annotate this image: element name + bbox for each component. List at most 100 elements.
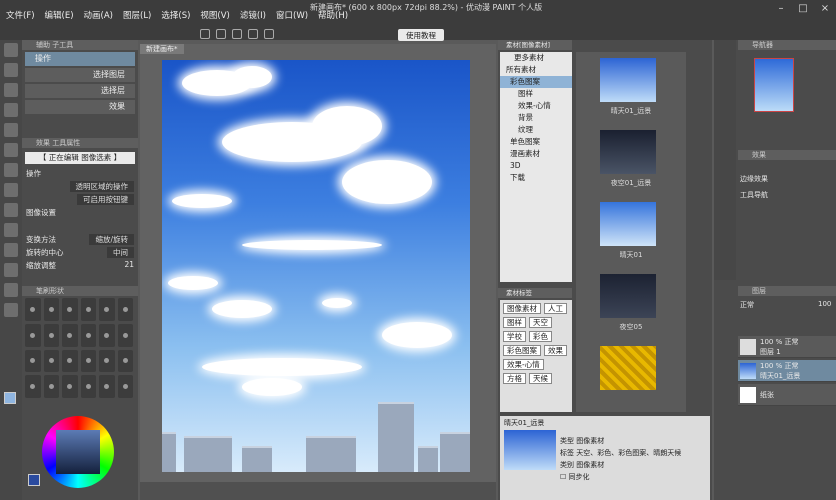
brush-tip[interactable]	[99, 298, 115, 321]
canvas-image[interactable]	[162, 60, 470, 472]
brush-tip[interactable]	[25, 375, 41, 398]
sync-checkbox[interactable]: ☐ 同步化	[560, 472, 590, 482]
brush-tip[interactable]	[43, 298, 59, 321]
material-thumb[interactable]	[600, 130, 656, 174]
pen-tool-icon[interactable]	[4, 143, 18, 157]
maximize-icon[interactable]: □	[792, 0, 814, 16]
main-color-swatch[interactable]	[4, 392, 16, 404]
tag[interactable]: 天候	[529, 373, 552, 384]
tree-item[interactable]: 所有素材	[500, 64, 572, 76]
subtool-select-layer[interactable]: 选择图层	[25, 68, 135, 82]
operation-tool-icon[interactable]	[4, 83, 18, 97]
brush-tip[interactable]	[80, 349, 96, 373]
op2-dropdown[interactable]: 可启用按钮键	[77, 194, 134, 205]
brush-tool-icon[interactable]	[4, 183, 18, 197]
subtool-effect[interactable]: 效果	[25, 100, 135, 114]
fill-icon[interactable]	[248, 29, 258, 39]
brush-tip[interactable]	[99, 375, 115, 398]
close-icon[interactable]: ×	[814, 0, 836, 16]
brush-tip[interactable]	[80, 323, 96, 347]
tree-item[interactable]: 单色图案	[500, 136, 572, 148]
more-materials-link[interactable]: 更多素材	[500, 52, 572, 64]
brush-tip[interactable]	[43, 349, 59, 373]
tag[interactable]: 图样	[503, 317, 526, 328]
tag[interactable]: 人工	[544, 303, 567, 314]
clear-icon[interactable]	[232, 29, 242, 39]
canvas-tab[interactable]: 新建画布*	[140, 44, 184, 54]
airbrush-icon[interactable]	[4, 203, 18, 217]
eraser-icon[interactable]	[4, 223, 18, 237]
blend-mode-dropdown[interactable]: 正常	[740, 300, 754, 310]
scale-value[interactable]: 21	[124, 260, 134, 271]
brush-tip[interactable]	[25, 323, 41, 347]
redo-icon[interactable]	[216, 29, 226, 39]
brush-tip[interactable]	[25, 349, 41, 373]
opacity-value[interactable]: 100	[818, 300, 831, 308]
tag[interactable]: 彩色	[529, 331, 552, 342]
menu-animation[interactable]: 动画(A)	[84, 9, 113, 21]
brush-tip[interactable]	[43, 323, 59, 347]
undo-icon[interactable]	[200, 29, 210, 39]
tree-item[interactable]: 背景	[500, 112, 572, 124]
brush-tip[interactable]	[117, 323, 133, 347]
tag[interactable]: 方格	[503, 373, 526, 384]
center-dropdown[interactable]: 中间	[107, 247, 134, 258]
navigator-preview[interactable]	[754, 58, 794, 112]
gradient-icon[interactable]	[4, 263, 18, 277]
minimize-icon[interactable]: –	[770, 0, 792, 16]
brush-tip[interactable]	[62, 323, 78, 347]
menu-filter[interactable]: 滤镜(I)	[240, 9, 266, 21]
tag[interactable]: 彩色图案	[503, 345, 541, 356]
move-tool-icon[interactable]	[4, 43, 18, 57]
brush-tip[interactable]	[62, 298, 78, 321]
tree-item[interactable]: 3D	[500, 160, 572, 172]
op-dropdown[interactable]: 透明区域的操作	[69, 181, 134, 192]
figure-icon[interactable]	[4, 283, 18, 297]
subtool-operation[interactable]: 操作	[25, 52, 135, 66]
zoom-tool-icon[interactable]	[4, 63, 18, 77]
transform-icon[interactable]	[264, 29, 274, 39]
menu-edit[interactable]: 编辑(E)	[45, 9, 74, 21]
tag[interactable]: 效果-心情	[503, 359, 544, 370]
transform-dropdown[interactable]: 缩放/旋转	[89, 234, 134, 245]
brush-tip[interactable]	[43, 375, 59, 398]
material-thumb[interactable]	[600, 58, 656, 102]
material-thumb[interactable]	[600, 202, 656, 246]
brush-tip[interactable]	[80, 375, 96, 398]
tag[interactable]: 图像素材	[503, 303, 541, 314]
tag[interactable]: 效果	[544, 345, 567, 356]
tree-item[interactable]: 图样	[500, 88, 572, 100]
tag[interactable]: 天空	[529, 317, 552, 328]
layer-row[interactable]: 纸张	[738, 384, 836, 406]
select-tool-icon[interactable]	[4, 103, 18, 117]
eyedropper-icon[interactable]	[4, 123, 18, 137]
subtool-select[interactable]: 选择层	[25, 84, 135, 98]
tag[interactable]: 学校	[503, 331, 526, 342]
menu-layer[interactable]: 图层(L)	[123, 9, 151, 21]
pencil-tool-icon[interactable]	[4, 163, 18, 177]
color-wheel[interactable]	[42, 416, 114, 488]
tutorial-button[interactable]: 使用教程	[398, 29, 444, 41]
brush-tip[interactable]	[62, 349, 78, 373]
menu-file[interactable]: 文件(F)	[6, 9, 35, 21]
tree-item-selected[interactable]: 彩色图案	[500, 76, 572, 88]
menu-select[interactable]: 选择(S)	[161, 9, 190, 21]
brush-tip[interactable]	[25, 298, 41, 321]
sub-color-swatch[interactable]	[28, 474, 40, 486]
text-tool-icon[interactable]	[4, 303, 18, 317]
menu-view[interactable]: 视图(V)	[200, 9, 229, 21]
fill-tool-icon[interactable]	[4, 243, 18, 257]
material-thumb[interactable]	[600, 274, 656, 318]
brush-tip[interactable]	[117, 349, 133, 373]
brush-tip[interactable]	[99, 323, 115, 347]
tree-item[interactable]: 纹理	[500, 124, 572, 136]
brush-tip[interactable]	[80, 298, 96, 321]
layer-row-selected[interactable]: 100 % 正常 晴天01_远景	[738, 360, 836, 382]
brush-tip[interactable]	[99, 349, 115, 373]
brush-tip[interactable]	[117, 298, 133, 321]
tree-item[interactable]: 漫画素材	[500, 148, 572, 160]
menu-window[interactable]: 窗口(W)	[276, 9, 308, 21]
tree-item[interactable]: 效果-心情	[500, 100, 572, 112]
brush-tip[interactable]	[62, 375, 78, 398]
brush-tip[interactable]	[117, 375, 133, 398]
